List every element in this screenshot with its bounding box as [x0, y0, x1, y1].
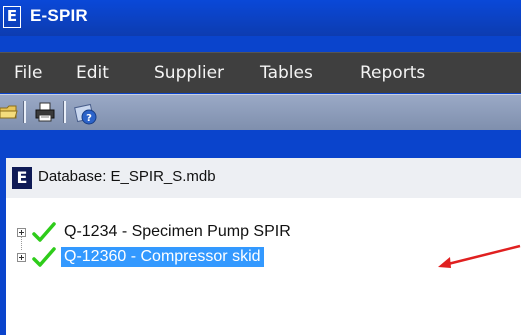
menu-tables[interactable]: Tables [260, 63, 313, 83]
title-bar[interactable]: E E-SPIR [0, 0, 521, 36]
menu-bar: File Edit Supplier Tables Reports [0, 52, 521, 93]
check-icon [32, 222, 56, 242]
tree-item-label[interactable]: Q-1234 - Specimen Pump SPIR [61, 222, 294, 242]
print-icon[interactable] [35, 101, 55, 123]
check-icon [32, 247, 56, 267]
expand-plus-icon[interactable] [17, 253, 26, 262]
app-icon[interactable]: E [3, 6, 21, 28]
toolbar-separator [63, 101, 66, 123]
menu-reports[interactable]: Reports [360, 63, 425, 83]
menu-edit[interactable]: Edit [76, 63, 109, 83]
help-icon[interactable]: ? [74, 101, 98, 125]
open-folder-icon[interactable] [0, 103, 18, 121]
menu-supplier[interactable]: Supplier [154, 63, 224, 83]
toolbar: ? [0, 94, 521, 130]
child-window-title: Database: E_SPIR_S.mdb [38, 168, 216, 185]
child-title-bar[interactable]: E Database: E_SPIR_S.mdb [6, 158, 521, 199]
toolbar-separator [23, 101, 26, 123]
tree-item-label-selected[interactable]: Q-12360 - Compressor skid [61, 247, 264, 267]
database-icon: E [12, 167, 32, 189]
tree-connector [21, 236, 23, 250]
svg-text:?: ? [86, 113, 92, 124]
annotation-arrow-icon [438, 244, 521, 268]
window-title: E-SPIR [30, 6, 88, 25]
app-window: E E-SPIR File Edit Supplier Tables Repor… [0, 0, 521, 335]
menu-file[interactable]: File [14, 63, 42, 83]
